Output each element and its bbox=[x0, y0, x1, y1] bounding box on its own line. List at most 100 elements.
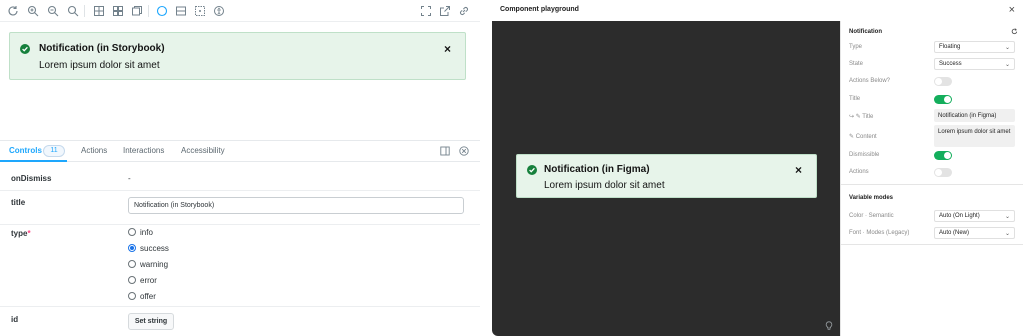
reload-icon[interactable] bbox=[6, 4, 20, 18]
tab-interactions[interactable]: Interactions bbox=[123, 146, 164, 155]
actions-below-toggle[interactable] bbox=[934, 77, 952, 86]
notification-body: Lorem ipsum dolor sit amet bbox=[544, 180, 665, 191]
open-new-tab-icon[interactable] bbox=[438, 4, 452, 18]
control-label: onDismiss bbox=[11, 174, 52, 183]
prop-label-content: ✎ Content bbox=[849, 134, 877, 140]
tab-actions[interactable]: Actions bbox=[81, 146, 107, 155]
title-toggle[interactable] bbox=[934, 95, 952, 104]
type-radio-success[interactable]: success bbox=[128, 244, 169, 253]
content-text-field[interactable]: Lorem ipsum dolor sit amet bbox=[934, 125, 1015, 147]
notification-close-button[interactable]: × bbox=[795, 164, 802, 176]
notification-title: Notification (in Storybook) bbox=[39, 43, 165, 54]
chevron-down-icon: ⌄ bbox=[1004, 214, 1010, 220]
radio-circle[interactable] bbox=[128, 276, 136, 284]
controls-count-badge: 11 bbox=[43, 145, 65, 157]
tab-controls[interactable]: Controls bbox=[9, 146, 42, 155]
storybook-toolbar bbox=[0, 0, 480, 22]
accessibility-icon[interactable] bbox=[212, 4, 226, 18]
prop-label-title: Title bbox=[849, 96, 861, 102]
panel-orientation-icon[interactable] bbox=[440, 146, 450, 156]
prop-label-color-semantic: Color · Semantic bbox=[849, 213, 894, 219]
control-label: type* bbox=[11, 229, 31, 238]
type-radio-warning[interactable]: warning bbox=[128, 260, 168, 269]
toolbar-divider bbox=[84, 5, 85, 17]
properties-panel: Notification Type Floating ⌄ State Succes… bbox=[840, 21, 1023, 336]
reset-icon[interactable] bbox=[1011, 28, 1018, 35]
playground-title: Component playground bbox=[500, 6, 579, 13]
type-radio-info[interactable]: info bbox=[128, 228, 153, 237]
title-text-field[interactable]: Notification (in Figma) bbox=[934, 109, 1015, 122]
zoom-in-icon[interactable] bbox=[26, 4, 40, 18]
radio-label: info bbox=[140, 228, 153, 237]
actions-toggle[interactable] bbox=[934, 168, 952, 177]
copy-link-icon[interactable] bbox=[457, 4, 471, 18]
color-mode-select[interactable]: Auto (On Light) ⌄ bbox=[934, 210, 1015, 222]
ruler-icon[interactable] bbox=[193, 4, 207, 18]
close-playground-button[interactable]: × bbox=[1009, 4, 1015, 16]
prop-label-state: State bbox=[849, 61, 864, 67]
chevron-down-icon: ⌄ bbox=[1004, 231, 1010, 237]
section-title-variable-modes: Variable modes bbox=[849, 195, 894, 201]
section-title-notification: Notification bbox=[849, 29, 882, 35]
type-select[interactable]: Floating ⌄ bbox=[934, 41, 1015, 53]
prop-label-font-modes: Font · Modes (Legacy) bbox=[849, 230, 910, 236]
notification-body: Lorem ipsum dolor sit amet bbox=[39, 60, 160, 71]
storybook-notification: Notification (in Storybook) Lorem ipsum … bbox=[9, 32, 466, 80]
prop-label-dismissible: Dismissible bbox=[849, 152, 880, 158]
prop-label-title-text: ↪ ✎ Title bbox=[849, 114, 874, 120]
prop-label-type: Type bbox=[849, 44, 863, 50]
viewport-icon[interactable] bbox=[130, 4, 144, 18]
control-row-title: title Notification (in Storybook) bbox=[0, 191, 480, 225]
control-label: title bbox=[11, 198, 26, 207]
close-panel-icon[interactable] bbox=[459, 146, 469, 156]
type-radio-error[interactable]: error bbox=[128, 276, 157, 285]
storybook-panel: Notification (in Storybook) Lorem ipsum … bbox=[0, 0, 480, 336]
success-check-icon bbox=[527, 165, 537, 175]
radio-label: success bbox=[140, 244, 169, 253]
control-value: - bbox=[128, 174, 131, 183]
control-row-id: id bbox=[0, 307, 480, 336]
font-mode-select[interactable]: Auto (New) ⌄ bbox=[934, 227, 1015, 239]
control-label: id bbox=[11, 315, 19, 324]
radio-circle[interactable] bbox=[128, 260, 136, 268]
addons-tab-bar: Controls 11 Actions Interactions Accessi… bbox=[0, 141, 480, 162]
lightbulb-icon[interactable] bbox=[825, 321, 833, 331]
figma-notification: Notification (in Figma) Lorem ipsum dolo… bbox=[516, 154, 817, 198]
prop-label-actions: Actions bbox=[849, 169, 869, 175]
radio-circle[interactable] bbox=[128, 228, 136, 236]
chevron-down-icon: ⌄ bbox=[1004, 45, 1010, 51]
zoom-out-icon[interactable] bbox=[46, 4, 60, 18]
required-marker: * bbox=[27, 229, 31, 238]
figma-header: Component playground × bbox=[492, 0, 1023, 21]
radio-label: error bbox=[140, 276, 157, 285]
active-tab-indicator bbox=[0, 160, 67, 162]
notification-close-button[interactable]: × bbox=[444, 43, 451, 55]
section-divider bbox=[841, 244, 1023, 245]
measure-icon[interactable] bbox=[174, 4, 188, 18]
figma-canvas: Notification (in Figma) Lorem ipsum dolo… bbox=[492, 21, 840, 336]
radio-label: warning bbox=[140, 260, 169, 269]
set-string-button[interactable]: Set string bbox=[128, 313, 174, 330]
radio-circle[interactable] bbox=[128, 244, 136, 252]
chevron-down-icon: ⌄ bbox=[1004, 62, 1010, 68]
zoom-reset-icon[interactable] bbox=[66, 4, 80, 18]
toolbar-divider bbox=[148, 5, 149, 17]
dismissible-toggle[interactable] bbox=[934, 151, 952, 160]
radio-label: offer bbox=[140, 292, 156, 301]
prop-label-actions-below: Actions Below? bbox=[849, 78, 891, 84]
notification-title: Notification (in Figma) bbox=[544, 164, 650, 175]
outline-icon[interactable] bbox=[155, 4, 169, 18]
success-check-icon bbox=[20, 44, 30, 54]
control-row-type: type* info success warning error offer bbox=[0, 225, 480, 307]
state-select[interactable]: Success ⌄ bbox=[934, 58, 1015, 70]
section-divider bbox=[841, 184, 1023, 185]
title-input[interactable]: Notification (in Storybook) bbox=[128, 197, 464, 214]
grid-icon[interactable] bbox=[92, 4, 106, 18]
fullscreen-icon[interactable] bbox=[419, 4, 433, 18]
storybook-canvas: Notification (in Storybook) Lorem ipsum … bbox=[0, 22, 480, 140]
tab-accessibility[interactable]: Accessibility bbox=[181, 146, 225, 155]
radio-circle[interactable] bbox=[128, 292, 136, 300]
control-row-ondismiss: onDismiss - bbox=[0, 168, 480, 191]
background-icon[interactable] bbox=[111, 4, 125, 18]
type-radio-offer[interactable]: offer bbox=[128, 292, 156, 301]
